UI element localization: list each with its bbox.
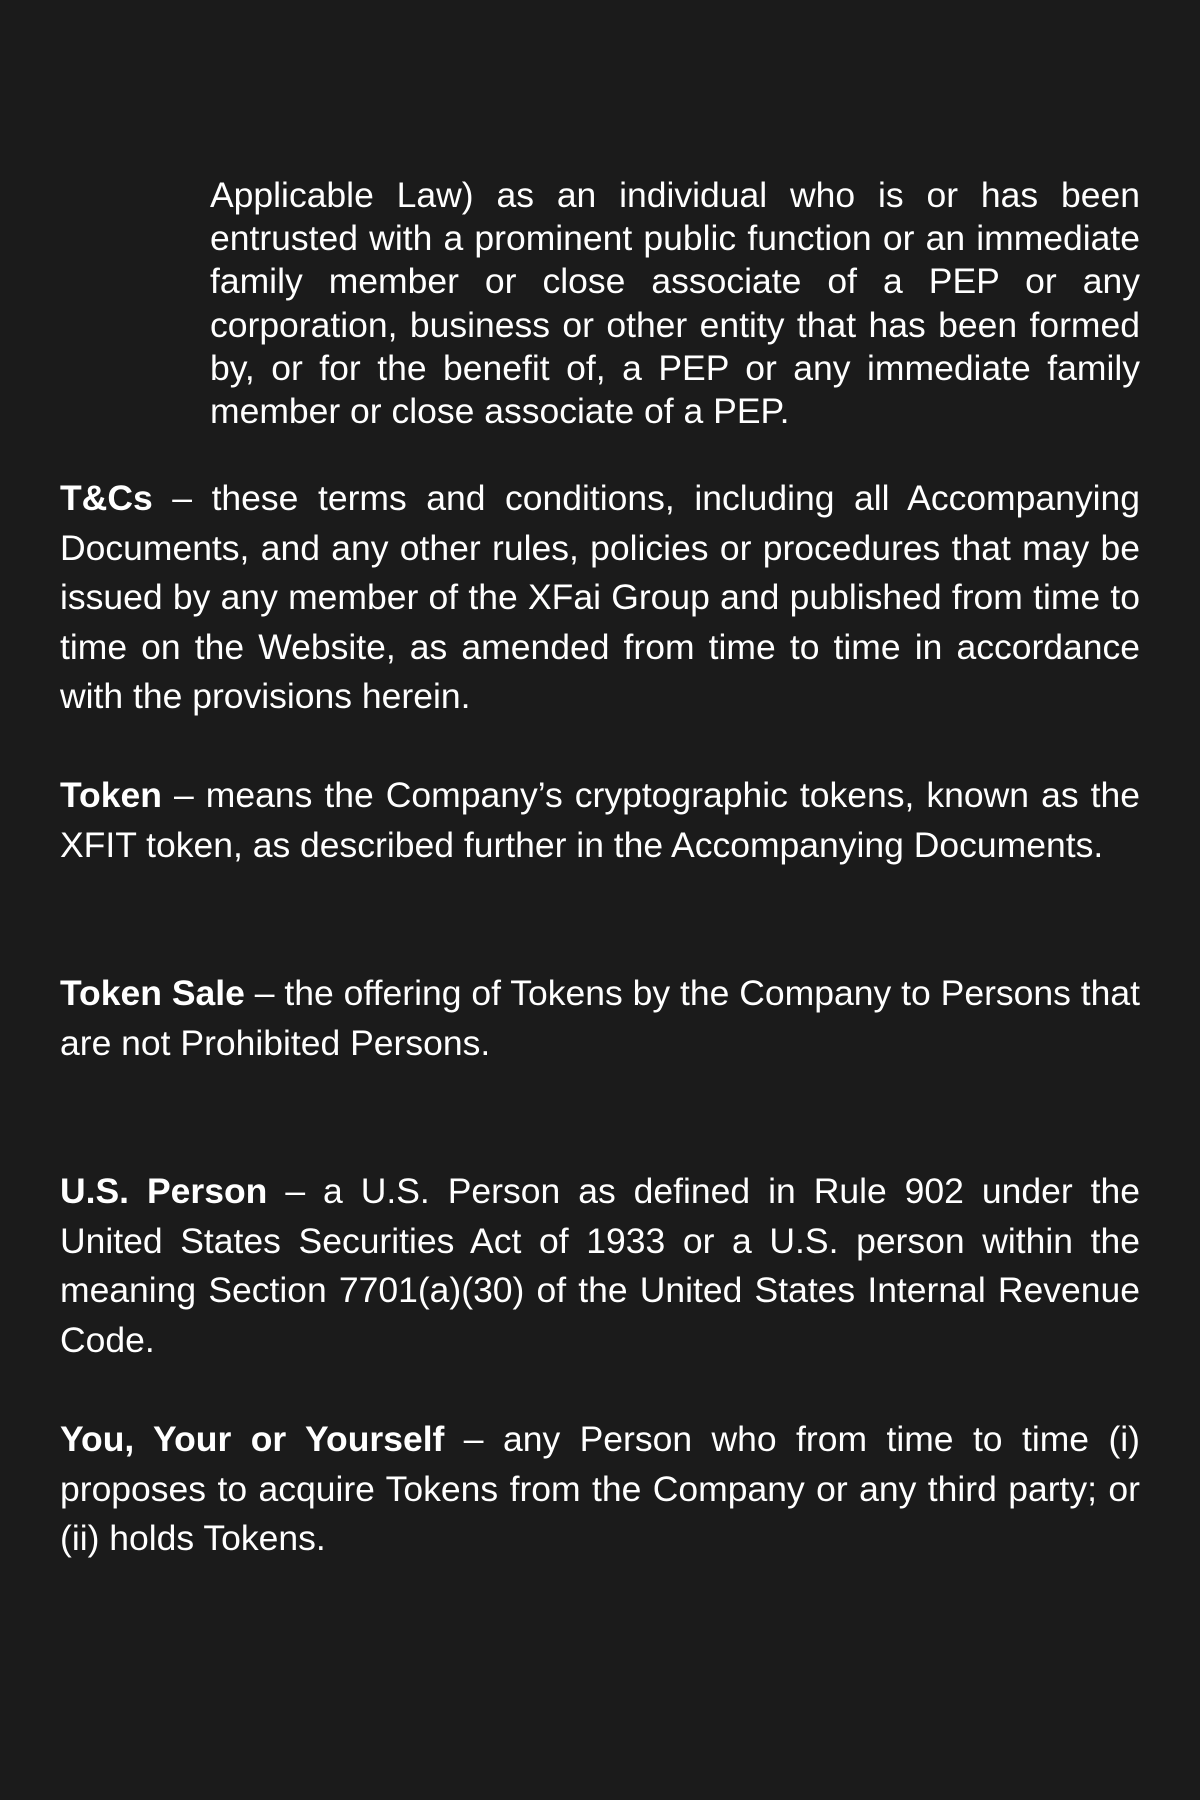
definition-text: – means the Company’s cryptographic toke…	[60, 775, 1140, 865]
definition-token: Token – means the Company’s cryptographi…	[60, 771, 1140, 870]
definition-us-person: U.S. Person – a U.S. Person as defined i…	[60, 1167, 1140, 1365]
pep-definition-continuation: Applicable Law) as an individual who is …	[210, 175, 1140, 432]
document-page: Applicable Law) as an individual who is …	[0, 0, 1200, 1800]
definition-term: Token	[60, 775, 162, 815]
definition-you: You, Your or Yourself – any Person who f…	[60, 1415, 1140, 1564]
definition-term: You, Your or Yourself	[60, 1419, 445, 1459]
definition-text: – these terms and conditions, including …	[60, 478, 1140, 717]
definition-term: Token Sale	[60, 973, 245, 1013]
definition-term: U.S. Person	[60, 1171, 268, 1211]
definition-token-sale: Token Sale – the offering of Tokens by t…	[60, 969, 1140, 1068]
definition-tcs: T&Cs – these terms and conditions, inclu…	[60, 474, 1140, 722]
definition-term: T&Cs	[60, 478, 153, 518]
